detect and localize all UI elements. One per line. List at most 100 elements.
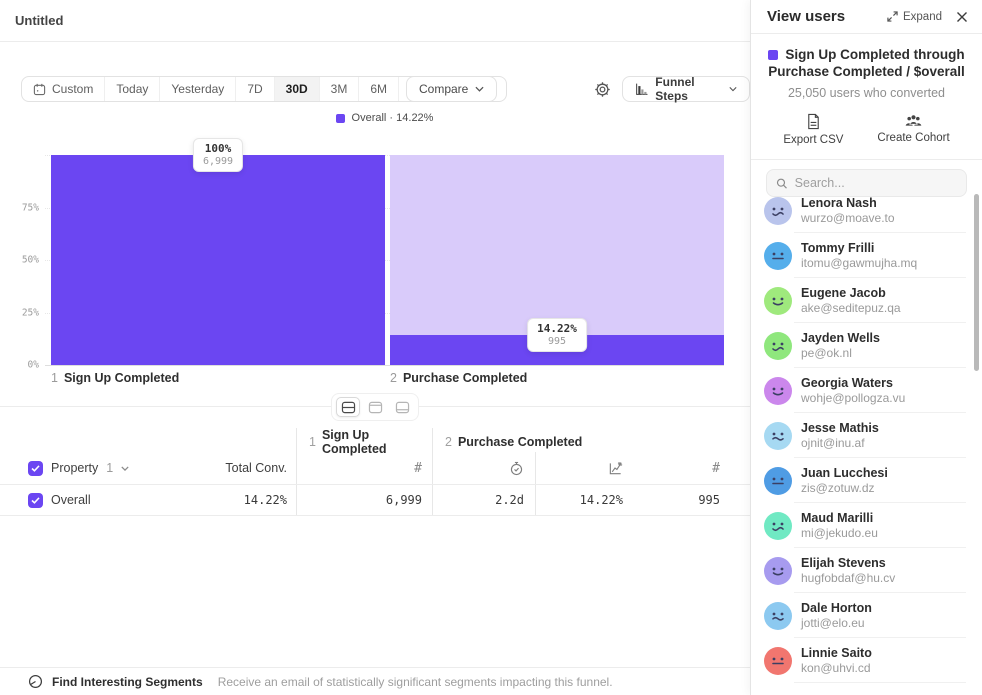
conversion-rate-value[interactable]: 14.22% xyxy=(535,485,635,515)
step2-count-header-hash-icon: # xyxy=(635,452,750,484)
avatar xyxy=(764,242,792,270)
time-to-convert-header xyxy=(432,452,535,484)
funnel-bar-step1[interactable] xyxy=(51,155,385,365)
tooltip-step2: 14.22% 995 xyxy=(527,318,587,352)
legend-swatch xyxy=(336,114,345,123)
main-area: Untitled Custom Today Yesterday 7D 30D 3… xyxy=(0,0,750,695)
user-name: Jayden Wells xyxy=(801,330,880,346)
row-label: Overall xyxy=(51,493,91,507)
user-name: Georgia Waters xyxy=(801,375,905,391)
user-list-item[interactable]: Lenora Nashwurzo@moave.to xyxy=(751,188,982,233)
layout-split-bottom-icon xyxy=(395,401,410,414)
app-window: Untitled Custom Today Yesterday 7D 30D 3… xyxy=(0,0,982,695)
doodle-face-icon xyxy=(764,422,792,450)
property-checkbox[interactable] xyxy=(28,461,43,476)
user-name: Elijah Stevens xyxy=(801,555,895,571)
user-email: ojnit@inu.af xyxy=(801,436,879,451)
layout-chart-focus-button[interactable] xyxy=(363,397,387,417)
user-list-item[interactable]: Juan Lucchesizis@zotuw.dz xyxy=(751,458,982,503)
find-segments-link[interactable]: Find Interesting Segments xyxy=(52,675,203,689)
doodle-face-icon xyxy=(764,602,792,630)
panel-title: View users xyxy=(767,8,887,25)
doodle-face-icon xyxy=(764,512,792,540)
time-to-convert-value[interactable]: 2.2d xyxy=(432,485,535,515)
doodle-face-icon xyxy=(764,377,792,405)
y-axis-tick: 50% xyxy=(3,255,39,266)
chevron-down-icon xyxy=(475,86,484,92)
avatar xyxy=(764,602,792,630)
find-segments-description: Receive an email of statistically signif… xyxy=(218,675,613,689)
chart-settings-button[interactable] xyxy=(590,78,614,100)
date-range-yesterday[interactable]: Yesterday xyxy=(159,77,235,101)
cohort-people-icon xyxy=(904,113,923,128)
doodle-face-icon xyxy=(764,287,792,315)
step2-count-value[interactable]: 995 xyxy=(635,485,750,515)
compare-button[interactable]: Compare xyxy=(406,76,497,102)
layout-table-focus-button[interactable] xyxy=(390,397,414,417)
legend-item-overall[interactable]: Overall · 14.22% xyxy=(336,112,434,124)
date-range-30d[interactable]: 30D xyxy=(274,77,319,101)
step1-count-value[interactable]: 6,999 xyxy=(296,485,432,515)
svg-text:%: % xyxy=(618,462,623,468)
doodle-face-icon xyxy=(764,197,792,225)
user-email: zis@zotuw.dz xyxy=(801,481,888,496)
user-email: pe@ok.nl xyxy=(801,346,880,361)
segments-footer: Find Interesting Segments Receive an ema… xyxy=(0,667,750,695)
doodle-face-icon xyxy=(764,242,792,270)
doodle-face-icon xyxy=(764,557,792,585)
total-conv-header: Total Conv. xyxy=(225,461,287,475)
user-list-item[interactable]: Eugene Jacobake@seditepuz.qa xyxy=(751,278,982,323)
user-list-item[interactable]: Georgia Waterswohje@pollogza.vu xyxy=(751,368,982,413)
user-email: itomu@gawmujha.mq xyxy=(801,256,917,271)
layout-split-equal-button[interactable] xyxy=(336,397,360,417)
property-selector[interactable]: Property 1 xyxy=(28,461,129,476)
scrollbar-thumb[interactable] xyxy=(974,194,979,371)
stopwatch-check-icon xyxy=(509,461,524,476)
panel-header: View users Expand xyxy=(751,0,982,34)
user-name: Maud Marilli xyxy=(801,510,878,526)
user-email: wohje@pollogza.vu xyxy=(801,391,905,406)
table-step-header-row: 1 Sign Up Completed 2 Purchase Completed xyxy=(0,428,750,452)
user-list-item[interactable]: Elijah Stevenshugfobdaf@hu.cv xyxy=(751,548,982,593)
date-range-3m[interactable]: 3M xyxy=(319,77,359,101)
report-title[interactable]: Untitled xyxy=(15,13,63,28)
user-email: ake@seditepuz.qa xyxy=(801,301,901,316)
calendar-icon xyxy=(33,83,46,96)
tooltip-count: 6,999 xyxy=(203,156,233,167)
user-name: Jesse Mathis xyxy=(801,420,879,436)
user-list-item[interactable]: Maud Marillimi@jekudo.eu xyxy=(751,503,982,548)
table-column-header-row: Property 1 Total Conv. # % # xyxy=(0,452,750,485)
user-list-item[interactable]: Dale Hortonjotti@elo.eu xyxy=(751,593,982,638)
create-cohort-button[interactable]: Create Cohort xyxy=(877,113,949,146)
avatar xyxy=(764,197,792,225)
chart-legend: Overall · 14.22% xyxy=(45,112,724,124)
date-range-custom[interactable]: Custom xyxy=(22,77,104,101)
chevron-down-icon xyxy=(729,86,737,92)
export-csv-button[interactable]: Export CSV xyxy=(783,113,843,146)
cohort-summary-title: Sign Up Completed through Purchase Compl… xyxy=(761,46,972,80)
user-name: Lenora Nash xyxy=(801,195,895,211)
date-range-today[interactable]: Today xyxy=(104,77,159,101)
user-list-item[interactable]: Jayden Wellspe@ok.nl xyxy=(751,323,982,368)
date-range-7d[interactable]: 7D xyxy=(235,77,273,101)
overall-checkbox[interactable] xyxy=(28,493,43,508)
tooltip-percent: 100% xyxy=(203,142,233,155)
user-list-item[interactable]: Tommy Frilliitomu@gawmujha.mq xyxy=(751,233,982,278)
cohort-summary: Sign Up Completed through Purchase Compl… xyxy=(751,34,982,160)
check-icon xyxy=(31,465,40,472)
layout-split-equal-icon xyxy=(341,401,356,414)
user-list-item[interactable]: Linnie Saitokon@uhvi.cd xyxy=(751,638,982,683)
tooltip-count: 995 xyxy=(537,336,577,347)
close-panel-button[interactable] xyxy=(956,11,968,23)
visualization-selector[interactable]: Funnel Steps xyxy=(622,76,750,102)
avatar xyxy=(764,512,792,540)
date-range-6m[interactable]: 6M xyxy=(358,77,398,101)
layout-toggle-group xyxy=(331,393,419,421)
total-conv-value[interactable]: 14.22% xyxy=(244,493,287,507)
layout-split-top-icon xyxy=(368,401,383,414)
table-row-overall: Overall 14.22% 6,999 2.2d 14.22% 995 xyxy=(0,485,750,516)
expand-button[interactable]: Expand xyxy=(887,11,942,23)
converted-users-count: 25,050 users who converted xyxy=(761,86,972,100)
series-swatch xyxy=(768,50,778,60)
user-list-item[interactable]: Jesse Mathisojnit@inu.af xyxy=(751,413,982,458)
